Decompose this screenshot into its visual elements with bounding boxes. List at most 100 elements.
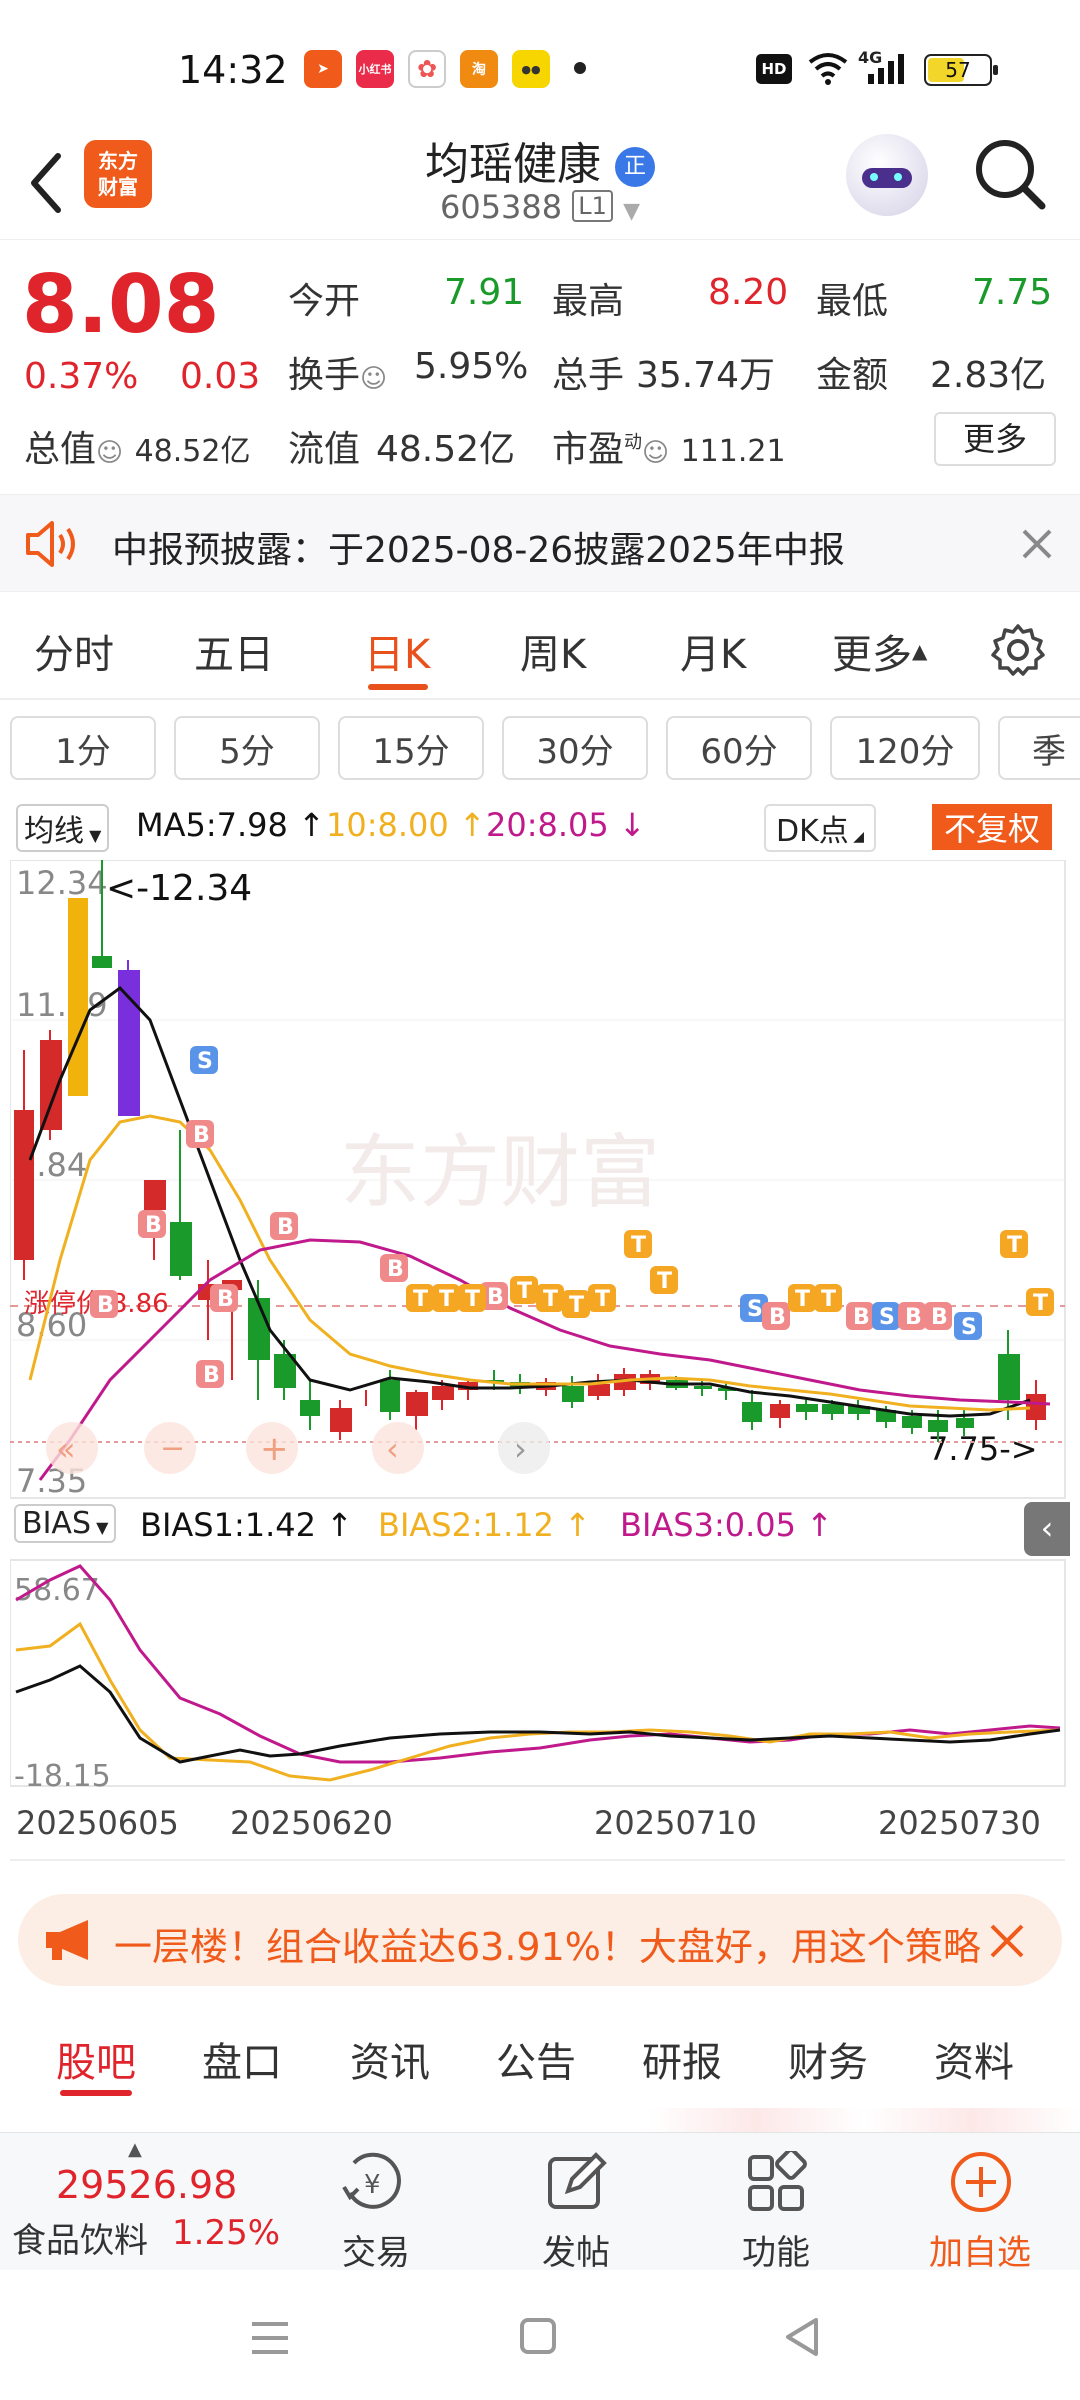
- tab-more[interactable]: 更多▲: [832, 622, 927, 680]
- bottom-toolbar: ▲ 29526.98 食品饮料 1.25% ¥ 交易 发帖 功能 加自选: [0, 2132, 1080, 2273]
- turnover-label[interactable]: 换手☺: [288, 346, 387, 398]
- info-icon: ☺: [360, 364, 388, 394]
- pill-15min[interactable]: 15分: [338, 716, 484, 780]
- svg-text:B: B: [905, 1305, 922, 1330]
- svg-text:T: T: [631, 1233, 646, 1258]
- edit-post-icon[interactable]: [544, 2149, 610, 2215]
- status-time: 14:32: [178, 48, 288, 92]
- trade-label[interactable]: 交易: [306, 2225, 446, 2274]
- svg-text:S: S: [747, 1297, 763, 1322]
- notice-bar[interactable]: 中报预披露：于2025-08-26披露2025年中报: [0, 494, 1080, 592]
- nav-back-icon[interactable]: [782, 2316, 822, 2358]
- kline-chart[interactable]: 东方财富 12.34 11.09 9.84 8.60 7.35 <-12.34 …: [10, 860, 1070, 1500]
- caret-up-icon: ▲: [912, 639, 928, 663]
- svg-text:+: +: [260, 1429, 289, 1469]
- settings-gear-icon[interactable]: [990, 622, 1046, 678]
- svg-text:S: S: [961, 1315, 977, 1340]
- tab-announcements[interactable]: 公告: [496, 2030, 576, 2088]
- svg-text:B: B: [853, 1305, 870, 1330]
- tab-monthly-k[interactable]: 月K: [680, 622, 746, 680]
- low-label: 最低: [816, 281, 889, 322]
- post-label[interactable]: 发帖: [506, 2225, 646, 2274]
- tab-profile[interactable]: 资料: [934, 2030, 1014, 2088]
- low-value: 7.75: [972, 272, 1053, 313]
- change-amount: 0.03: [180, 356, 261, 397]
- volume-value: 35.74万: [636, 355, 776, 396]
- tab-news[interactable]: 资讯: [350, 2030, 430, 2088]
- svg-text:S: S: [879, 1305, 895, 1330]
- pill-30min[interactable]: 30分: [502, 716, 648, 780]
- svg-text:¥: ¥: [364, 2170, 381, 2200]
- index-name[interactable]: 食品饮料: [12, 2213, 148, 2262]
- bias-y-bottom: -18.15: [14, 1759, 111, 1794]
- active-bottom-indicator: [60, 2090, 132, 2096]
- tab-pankou[interactable]: 盘口: [202, 2030, 282, 2088]
- pe-label[interactable]: 市盈动☺ 111.21: [552, 420, 786, 472]
- tab-five-day[interactable]: 五日: [194, 622, 274, 680]
- svg-text:T: T: [795, 1287, 810, 1312]
- pill-5min[interactable]: 5分: [174, 716, 320, 780]
- more-notifications-icon: [574, 62, 586, 74]
- svg-text:B: B: [145, 1213, 162, 1238]
- home-icon[interactable]: [518, 2316, 558, 2356]
- pill-1min[interactable]: 1分: [10, 716, 156, 780]
- index-value[interactable]: 29526.98: [56, 2163, 237, 2207]
- battery-icon: 57: [924, 54, 998, 86]
- svg-text:«: «: [56, 1430, 76, 1468]
- float-label: 流值: [288, 429, 361, 470]
- svg-text:T: T: [821, 1287, 836, 1312]
- svg-text:B: B: [769, 1305, 786, 1330]
- info-icon: ☺: [96, 438, 124, 468]
- add-watchlist-icon[interactable]: [948, 2149, 1014, 2215]
- pill-60min[interactable]: 60分: [666, 716, 812, 780]
- volume-label: 总手: [552, 355, 625, 396]
- watermark: 东方财富: [340, 1126, 660, 1219]
- tab-weekly-k[interactable]: 周K: [520, 622, 586, 680]
- no-adjust-button[interactable]: 不复权: [932, 804, 1053, 850]
- min-price-marker: 7.75->: [928, 1430, 1038, 1468]
- index-percent: 1.25%: [172, 2213, 281, 2253]
- tab-research[interactable]: 研报: [642, 2030, 722, 2088]
- high-label: 最高: [552, 281, 625, 322]
- search-icon[interactable]: [972, 136, 1048, 216]
- svg-text:T: T: [657, 1269, 672, 1294]
- mktcap-label[interactable]: 总值☺ 48.52亿: [24, 420, 250, 472]
- svg-text:T: T: [569, 1293, 584, 1318]
- svg-text:T: T: [439, 1287, 454, 1312]
- divider: [0, 2108, 1080, 2132]
- tab-daily-k[interactable]: 日K: [364, 622, 430, 680]
- turnover-value: 5.95%: [414, 346, 529, 387]
- tab-guba[interactable]: 股吧: [56, 2030, 136, 2088]
- chart-controls[interactable]: « − + ‹ ›: [46, 1422, 550, 1474]
- ma10-value: 10:8.00 ↑: [326, 806, 486, 844]
- svg-text:T: T: [1007, 1233, 1022, 1258]
- high-value: 8.20: [708, 272, 789, 313]
- functions-grid-icon[interactable]: [744, 2151, 810, 2217]
- more-button[interactable]: 更多: [934, 412, 1056, 466]
- date-label-2: 20250620: [230, 1804, 393, 1842]
- ad-close-icon[interactable]: [988, 1922, 1026, 1960]
- menu-icon[interactable]: [248, 2318, 292, 2358]
- date-label-4: 20250730: [878, 1804, 1041, 1842]
- functions-label[interactable]: 功能: [706, 2225, 846, 2274]
- tab-intraday[interactable]: 分时: [34, 622, 114, 680]
- ma-selector[interactable]: 均线 ▼: [16, 804, 110, 852]
- add-watchlist-label[interactable]: 加自选: [910, 2225, 1050, 2274]
- taobao-icon: 淘: [460, 50, 498, 88]
- info-icon: ☺: [642, 438, 670, 468]
- send-app-icon: ➤: [304, 50, 342, 88]
- stock-header: 东方 财富 均瑶健康 正 605388 L1 ▼: [0, 120, 1080, 240]
- pill-quarter[interactable]: 季: [998, 716, 1080, 780]
- trade-icon[interactable]: ¥: [340, 2149, 410, 2215]
- pill-120min[interactable]: 120分: [830, 716, 980, 780]
- date-label-3: 20250710: [594, 1804, 757, 1842]
- amount-value: 2.83亿: [930, 355, 1047, 396]
- bias-chart[interactable]: 58.67 -18.15 20250605 20250620 20250710 …: [10, 1500, 1070, 1880]
- y-label-2: 11.09: [16, 986, 108, 1024]
- close-icon[interactable]: [1020, 527, 1054, 561]
- tab-finance[interactable]: 财务: [788, 2030, 868, 2088]
- robot-assistant-icon[interactable]: [846, 134, 928, 216]
- ad-banner[interactable]: 一层楼！组合收益达63.91%！大盘好，用这个策略: [18, 1894, 1062, 1986]
- dk-point-button[interactable]: DK点 ◢: [764, 804, 876, 852]
- svg-text:B: B: [193, 1123, 210, 1148]
